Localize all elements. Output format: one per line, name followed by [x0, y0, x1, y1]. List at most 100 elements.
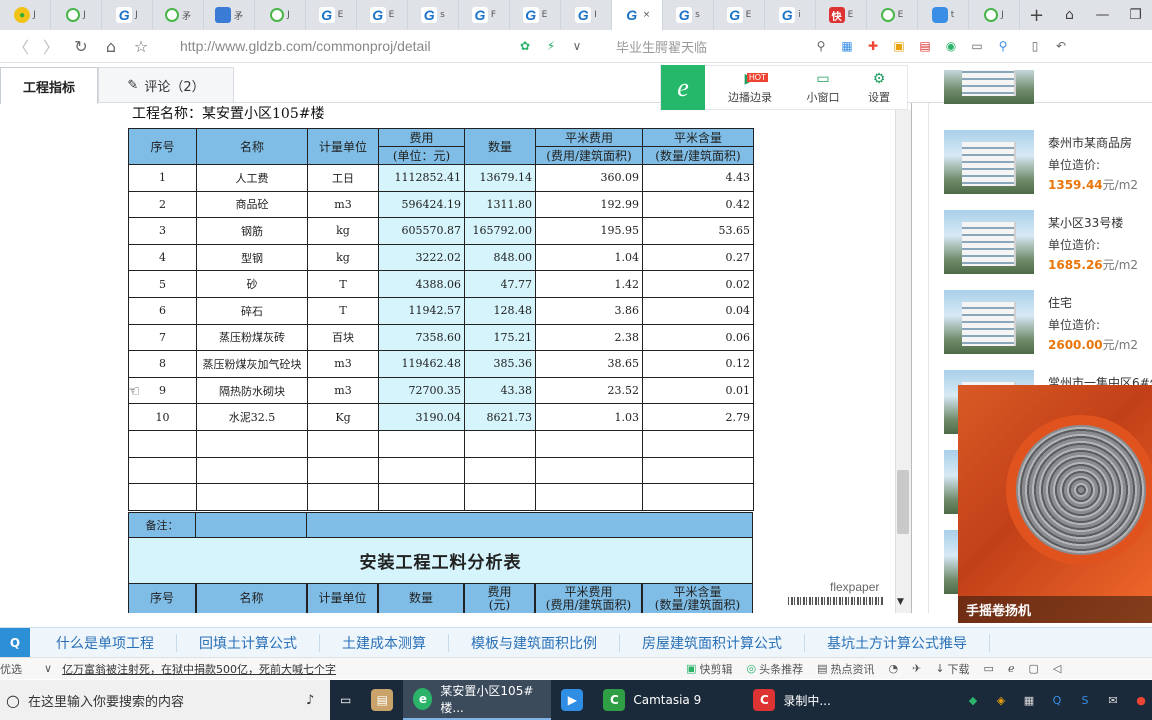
taskbar-app-paint[interactable]: ▤: [361, 680, 403, 720]
browser-tab[interactable]: GE: [357, 0, 408, 30]
shield-icon[interactable]: ◉: [940, 35, 962, 57]
tray-network-icon[interactable]: ▦: [1018, 689, 1040, 711]
pin-icon[interactable]: ✈: [912, 662, 921, 675]
empty-cell: [378, 483, 465, 511]
pdf-icon[interactable]: ▤: [914, 35, 936, 57]
sidebar-project-item[interactable]: 住宅 单位造价: 2600.00元/m2: [944, 290, 1144, 354]
keyword-link[interactable]: 回填土计算公式: [177, 633, 320, 652]
video-caption[interactable]: 手摇卷扬机: [958, 596, 1152, 623]
browser-logo-icon[interactable]: e: [661, 65, 705, 110]
browser-tab[interactable]: 矛: [153, 0, 204, 30]
tray-record-icon[interactable]: ●: [1130, 689, 1152, 711]
browser-tab[interactable]: 矛: [204, 0, 255, 30]
browser-tab[interactable]: t: [918, 0, 969, 30]
project-name[interactable]: 泰州市某商品房: [1048, 134, 1132, 151]
tray-q-icon[interactable]: Q: [1046, 689, 1068, 711]
headline-button[interactable]: ◎ 头条推荐: [746, 661, 803, 677]
sidebar-project-item[interactable]: 某小区33号楼 单位造价: 1685.26元/m2: [944, 210, 1144, 274]
browser-tab[interactable]: E: [867, 0, 918, 30]
apps-icon[interactable]: ▦: [836, 35, 858, 57]
windows-search-box[interactable]: ○ 在这里输入你要搜索的内容 ♪: [0, 680, 330, 720]
new-tab-button[interactable]: +: [1020, 0, 1053, 30]
tray-shield-icon[interactable]: ◆: [962, 689, 984, 711]
viewer-scrollbar[interactable]: [895, 110, 911, 613]
browser-tab[interactable]: Gi: [765, 0, 816, 30]
url-field[interactable]: http://www.gldzb.com/commonproj/detail: [180, 38, 510, 54]
task-view-icon[interactable]: ▭: [330, 680, 361, 720]
browser-tab[interactable]: J: [969, 0, 1020, 30]
search-icon[interactable]: ⚲: [810, 35, 832, 57]
hot-news-button[interactable]: ▤ 热点资讯: [817, 661, 874, 677]
browser-tab[interactable]: Gs: [663, 0, 714, 30]
undo-icon[interactable]: ↶: [1050, 35, 1072, 57]
project-name[interactable]: 住宅: [1048, 294, 1072, 311]
cell-quantity: 13679.14: [464, 164, 536, 192]
search-hint[interactable]: 毕业生腭翟天临: [616, 37, 806, 56]
browser-tab[interactable]: GE: [714, 0, 765, 30]
keyword-link[interactable]: 模板与建筑面积比例: [449, 633, 620, 652]
scrollbar-thumb[interactable]: [897, 470, 909, 534]
cell-content-per-sqm: 0.42: [642, 190, 754, 219]
reload-icon[interactable]: ↻: [66, 31, 96, 61]
download-button[interactable]: ↓ 下载: [935, 661, 969, 677]
browser-tab[interactable]: GE: [306, 0, 357, 30]
quick-edit-button[interactable]: ▣ 快剪辑: [686, 661, 732, 677]
back-icon[interactable]: 〈: [6, 31, 36, 61]
keyword-link[interactable]: 什么是单项工程: [34, 633, 177, 652]
news-expand-icon[interactable]: ∨: [44, 662, 52, 675]
home-icon[interactable]: ⌂: [96, 31, 126, 61]
window-icon[interactable]: ▢: [1028, 662, 1038, 675]
cell-cost: 4388.06: [378, 270, 465, 298]
keyword-link[interactable]: 基坑土方计算公式推导: [805, 633, 990, 652]
minimize-icon[interactable]: —: [1086, 0, 1119, 30]
favorite-star-icon[interactable]: ☆: [126, 31, 156, 61]
tray-wechat-icon[interactable]: ✉: [1102, 689, 1124, 711]
dropdown-icon[interactable]: ∨: [566, 35, 588, 57]
folder-icon[interactable]: ▭: [984, 662, 994, 675]
keyword-link[interactable]: 房屋建筑面积计算公式: [620, 633, 805, 652]
gamepad-icon[interactable]: ▭: [966, 35, 988, 57]
forward-icon[interactable]: 〉: [36, 31, 66, 61]
restore-icon[interactable]: ❐: [1119, 0, 1152, 30]
browser-tab[interactable]: GE: [510, 0, 561, 30]
sidebar-item-partial[interactable]: [944, 70, 1144, 104]
browser-tab[interactable]: GJ: [102, 0, 153, 30]
sound-icon[interactable]: ◁: [1053, 662, 1061, 675]
tab-project-indicators[interactable]: 工程指标: [0, 67, 98, 104]
note-cell: [196, 512, 307, 538]
taskbar-app-camtasia[interactable]: C Camtasia 9: [593, 680, 743, 720]
broadcast-record-button[interactable]: ▶ 边播边录 HOT: [705, 65, 795, 110]
phone-icon[interactable]: ▯: [1024, 35, 1046, 57]
lightning-icon[interactable]: ⚡: [540, 35, 562, 57]
ie-icon[interactable]: ℯ: [1008, 662, 1015, 675]
news-ticker-link[interactable]: 亿万富翁被注射死，在狱中捐款500亿，死前大喊七个字: [62, 661, 422, 677]
scroll-down-icon[interactable]: ▼: [897, 597, 904, 607]
speed-icon[interactable]: ◔: [888, 662, 898, 675]
shirt-skin-icon[interactable]: ⌂: [1053, 0, 1086, 30]
keyword-link[interactable]: 土建成本测算: [320, 633, 449, 652]
search-icon[interactable]: Q: [0, 627, 30, 658]
tray-s-icon[interactable]: S: [1074, 689, 1096, 711]
browser-tab[interactable]: ● J: [0, 0, 51, 30]
extension-icon[interactable]: ✚: [862, 35, 884, 57]
zoom-icon[interactable]: ⚲: [992, 35, 1014, 57]
video-ad[interactable]: [958, 385, 1152, 623]
tray-app-icon[interactable]: ◈: [990, 689, 1012, 711]
browser-tab[interactable]: Gs: [408, 0, 459, 30]
taskbar-app-browser[interactable]: e 某安置小区105#楼...: [403, 680, 552, 720]
browser-tab[interactable]: 快E: [816, 0, 867, 30]
mini-window-button[interactable]: ▭ 小窗口: [795, 65, 851, 110]
browser-tab[interactable]: G ×: [612, 0, 663, 30]
taskbar-app-recorder[interactable]: C 录制中...: [743, 680, 893, 720]
browser-tab[interactable]: GI: [561, 0, 612, 30]
compat-mode-icon[interactable]: ✿: [514, 35, 536, 57]
browser-tab[interactable]: J: [255, 0, 306, 30]
browser-tab[interactable]: GF: [459, 0, 510, 30]
wallet-icon[interactable]: ▣: [888, 35, 910, 57]
browser-tab[interactable]: J: [51, 0, 102, 30]
taskbar-app-player[interactable]: ▶: [551, 680, 593, 720]
settings-button[interactable]: ⚙ 设置: [851, 65, 907, 110]
sidebar-project-item[interactable]: 泰州市某商品房 单位造价: 1359.44元/m2: [944, 130, 1144, 194]
tab-comments[interactable]: ✎ 评论（2）: [98, 67, 234, 103]
project-name[interactable]: 某小区33号楼: [1048, 214, 1123, 231]
